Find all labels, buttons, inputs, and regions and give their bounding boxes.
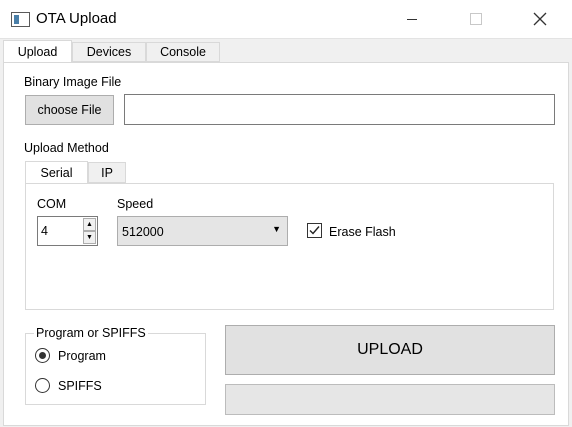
group-title: Program or SPIFFS [34,326,148,340]
program-label: Program [58,349,106,363]
tab-upload[interactable]: Upload [3,40,72,63]
window-title: OTA Upload [36,10,117,27]
serial-panel: COM 4 ▲ ▼ Speed 512000 ▼ Erase Flash [25,183,554,310]
stepper-down-button[interactable]: ▼ [83,231,96,244]
com-value: 4 [41,224,48,238]
checkmark-icon [309,226,320,235]
upload-method-label: Upload Method [24,141,109,155]
binary-image-label: Binary Image File [24,75,122,89]
title-bar: OTA Upload [0,0,572,39]
file-path-input[interactable] [124,94,555,125]
maximize-button[interactable] [453,0,499,38]
com-label: COM [37,197,67,211]
tab-console[interactable]: Console [146,42,220,62]
close-button[interactable] [517,0,563,38]
radio-selected-icon [39,352,46,359]
choose-file-button[interactable]: choose File [25,95,114,125]
erase-flash-checkbox[interactable] [307,223,322,238]
minimize-icon [407,18,417,20]
maximize-icon [470,13,482,25]
speed-label: Speed [117,197,154,211]
spiffs-radio[interactable] [35,378,50,393]
stepper-up-button[interactable]: ▲ [83,218,96,231]
app-icon [11,12,30,27]
triangle-down-icon: ▼ [86,234,93,241]
upload-progress-bar [225,384,555,415]
upload-button[interactable]: UPLOAD [225,325,555,375]
program-spiffs-group: Program or SPIFFS Program SPIFFS [25,326,206,405]
erase-flash-label: Erase Flash [329,225,396,239]
tab-ip[interactable]: IP [88,162,126,183]
com-stepper[interactable]: 4 ▲ ▼ [37,216,98,246]
program-radio[interactable] [35,348,50,363]
close-icon [533,12,547,26]
tab-devices[interactable]: Devices [72,42,146,62]
speed-value: 512000 [122,225,164,239]
spiffs-label: SPIFFS [58,379,102,393]
tab-serial[interactable]: Serial [25,161,88,184]
triangle-up-icon: ▲ [86,221,93,228]
upload-panel: Binary Image File choose File Upload Met… [3,62,569,426]
minimize-button[interactable] [389,0,435,38]
chevron-down-icon: ▼ [272,224,281,234]
speed-select[interactable]: 512000 ▼ [117,216,288,246]
